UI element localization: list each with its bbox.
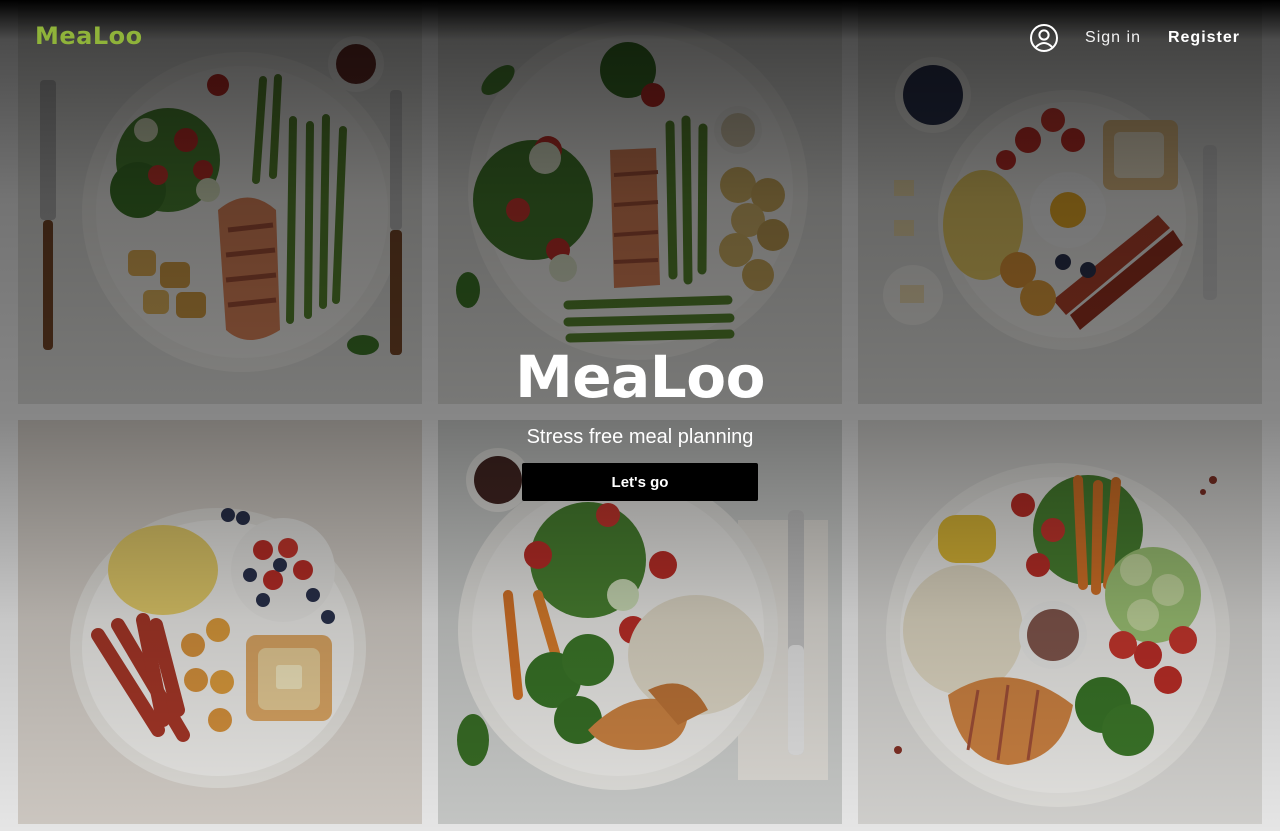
- register-link[interactable]: Register: [1168, 29, 1240, 47]
- lets-go-button[interactable]: Let's go: [522, 463, 758, 501]
- user-circle-icon[interactable]: [1029, 23, 1059, 53]
- brand-logo[interactable]: MeaLoo: [35, 22, 143, 50]
- hero-tagline: Stress free meal planning: [526, 426, 754, 448]
- sign-in-link[interactable]: Sign in: [1085, 29, 1141, 47]
- top-navigation: MeaLoo Sign in Register: [0, 0, 1280, 76]
- hero-logo-title: MeaLoo: [515, 343, 765, 411]
- account-nav: Sign in Register: [1029, 22, 1240, 54]
- hero-section: MeaLoo Stress free meal planning Let's g…: [0, 340, 1280, 501]
